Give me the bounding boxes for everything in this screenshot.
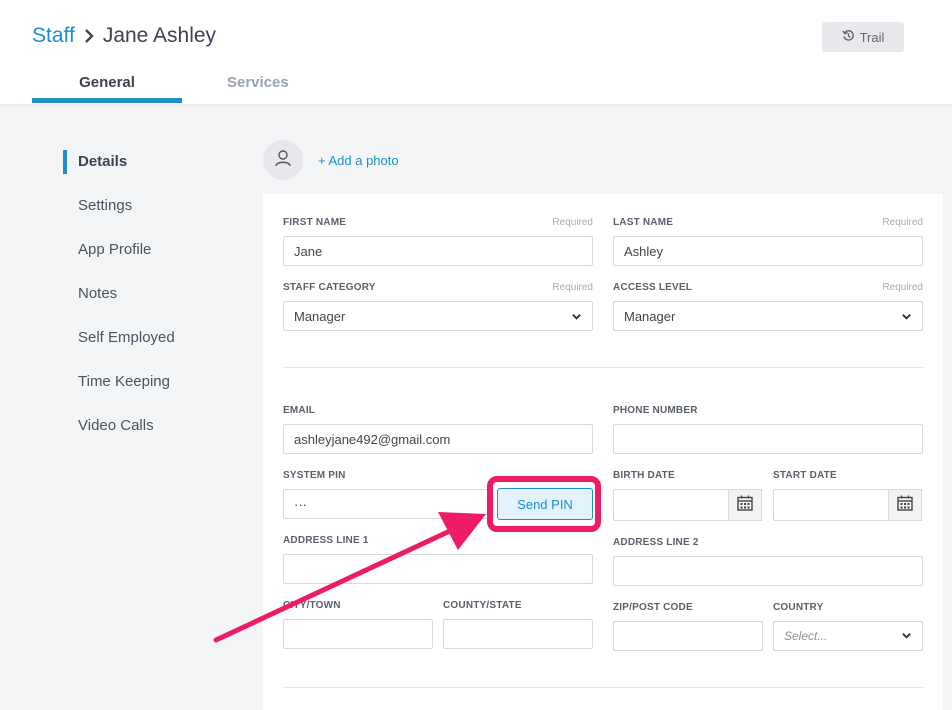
annotation-arrow — [213, 512, 486, 643]
